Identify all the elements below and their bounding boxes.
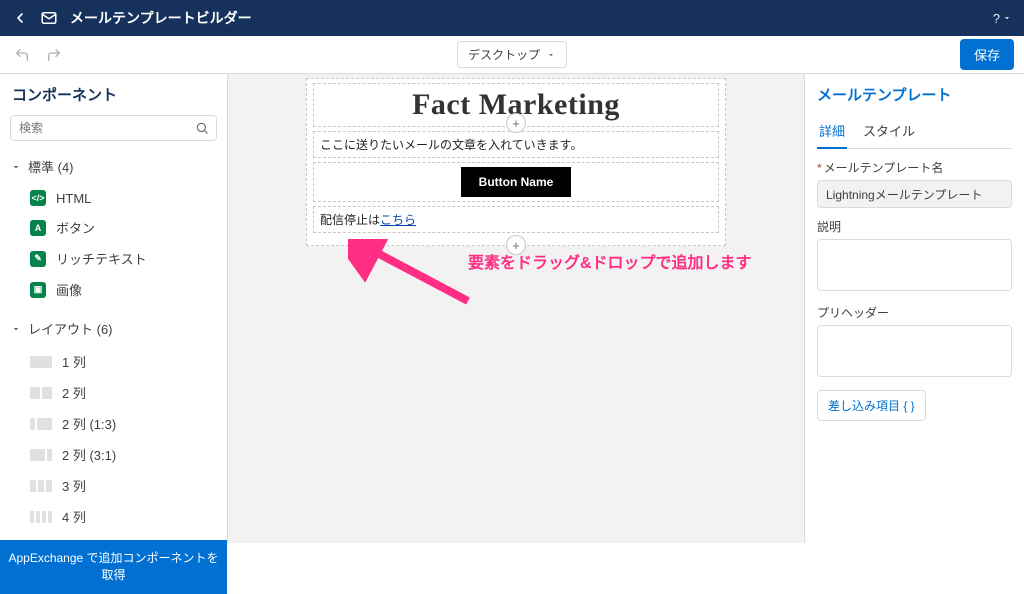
layout-1col[interactable]: 1 列 xyxy=(0,346,227,377)
list-item-label: 2 列 (3:1) xyxy=(62,445,116,464)
chevron-down-icon xyxy=(10,323,22,335)
panel-tabs: 詳細 スタイル xyxy=(817,115,1012,149)
save-button[interactable]: 保存 xyxy=(960,39,1014,70)
list-item-label: 画像 xyxy=(56,280,82,299)
list-item-label: 3 列 xyxy=(62,476,86,495)
builder-toolbar: デスクトップ 保存 xyxy=(0,36,1024,74)
app-title: メールテンプレートビルダー xyxy=(70,8,252,28)
properties-panel: メールテンプレート 詳細 スタイル *メールテンプレート名 説明 プリヘッダー … xyxy=(804,74,1024,543)
list-item-label: 2 列 (1:3) xyxy=(62,414,116,433)
layout-2col-3-1[interactable]: 2 列 (3:1) xyxy=(0,439,227,470)
add-component-button[interactable]: + xyxy=(506,113,526,133)
list-item-label: 1 列 xyxy=(62,352,86,371)
preheader-label: プリヘッダー xyxy=(817,304,1012,321)
help-icon-label: ? xyxy=(993,11,1000,26)
panel-title: メールテンプレート xyxy=(817,84,1012,105)
sidebar-title: コンポーネント xyxy=(0,74,227,115)
component-html[interactable]: </> HTML xyxy=(0,184,227,212)
component-search xyxy=(10,115,217,141)
search-input[interactable] xyxy=(10,115,217,141)
component-richtext[interactable]: ✎ リッチテキスト xyxy=(0,243,227,274)
description-textarea[interactable] xyxy=(817,239,1012,291)
email-unsubscribe-block[interactable]: 配信停止はこちら xyxy=(313,206,719,233)
email-button-block[interactable]: Button Name xyxy=(313,162,719,202)
list-item-label: 2 列 xyxy=(62,383,86,402)
layout-4col[interactable]: 4 列 xyxy=(0,501,227,532)
list-item-label: ボタン xyxy=(56,218,95,237)
email-body-text: ここに送りたいメールの文章を入れていきます。 xyxy=(320,138,582,152)
section-standard-toggle[interactable]: 標準 (4) xyxy=(0,151,227,182)
view-selector-label: デスクトップ xyxy=(468,46,540,63)
button-component-icon: A xyxy=(30,220,46,236)
layout-2col[interactable]: 2 列 xyxy=(0,377,227,408)
image-component-icon: ▣ xyxy=(30,282,46,298)
component-button[interactable]: A ボタン xyxy=(0,212,227,243)
list-item-label: リッチテキスト xyxy=(56,249,147,268)
chevron-down-icon xyxy=(1002,13,1012,23)
unsubscribe-prefix: 配信停止は xyxy=(320,213,380,227)
html-icon: </> xyxy=(30,190,46,206)
layout-2col-1-3[interactable]: 2 列 (1:3) xyxy=(0,408,227,439)
list-item-label: HTML xyxy=(56,191,91,206)
merge-fields-label: 差し込み項目 { } xyxy=(828,397,915,414)
layout-2col-1-3-icon xyxy=(30,418,52,430)
layout-1col-icon xyxy=(30,356,52,368)
appexchange-link[interactable]: AppExchange で追加コンポーネントを取得 xyxy=(0,540,227,594)
help-menu[interactable]: ? xyxy=(993,11,1012,26)
undo-button[interactable] xyxy=(10,43,34,67)
section-layout-label: レイアウト (6) xyxy=(28,319,113,338)
chevron-down-icon xyxy=(10,161,22,173)
template-name-label: *メールテンプレート名 xyxy=(817,159,1012,176)
section-layout-toggle[interactable]: レイアウト (6) xyxy=(0,313,227,344)
component-image[interactable]: ▣ 画像 xyxy=(0,274,227,305)
global-header: メールテンプレートビルダー ? xyxy=(0,0,1024,36)
annotation-text: 要素をドラッグ&ドロップで追加します xyxy=(468,249,752,273)
email-preview[interactable]: Fact Marketing + ここに送りたいメールの文章を入れていきます。 … xyxy=(306,78,726,246)
section-standard-label: 標準 (4) xyxy=(28,157,74,176)
layout-4col-icon xyxy=(30,511,52,523)
field-template-name: *メールテンプレート名 xyxy=(817,159,1012,208)
mail-icon xyxy=(40,9,58,27)
components-sidebar: コンポーネント 標準 (4) </> HTML A ボタン ✎ リッチテキスト xyxy=(0,74,228,543)
annotation-arrow-icon xyxy=(348,239,478,309)
preheader-textarea[interactable] xyxy=(817,325,1012,377)
chevron-down-icon xyxy=(546,50,556,60)
builder-canvas[interactable]: Fact Marketing + ここに送りたいメールの文章を入れていきます。 … xyxy=(228,74,804,543)
email-cta-button[interactable]: Button Name xyxy=(461,167,572,197)
tab-style[interactable]: スタイル xyxy=(861,115,917,148)
template-name-input[interactable] xyxy=(817,180,1012,208)
layout-2col-icon xyxy=(30,387,52,399)
email-body-block[interactable]: ここに送りたいメールの文章を入れていきます。 xyxy=(313,131,719,158)
layout-3col[interactable]: 3 列 xyxy=(0,470,227,501)
unsubscribe-link[interactable]: こちら xyxy=(380,213,416,227)
view-selector[interactable]: デスクトップ xyxy=(457,41,567,68)
layout-2col-3-1-icon xyxy=(30,449,52,461)
field-preheader: プリヘッダー xyxy=(817,304,1012,380)
description-label: 説明 xyxy=(817,218,1012,235)
list-item-label: 4 列 xyxy=(62,507,86,526)
layout-3col-icon xyxy=(30,480,52,492)
back-icon[interactable] xyxy=(12,10,28,26)
merge-fields-button[interactable]: 差し込み項目 { } xyxy=(817,390,926,421)
richtext-icon: ✎ xyxy=(30,251,46,267)
field-description: 説明 xyxy=(817,218,1012,294)
redo-button[interactable] xyxy=(42,43,66,67)
tab-details[interactable]: 詳細 xyxy=(817,115,847,148)
